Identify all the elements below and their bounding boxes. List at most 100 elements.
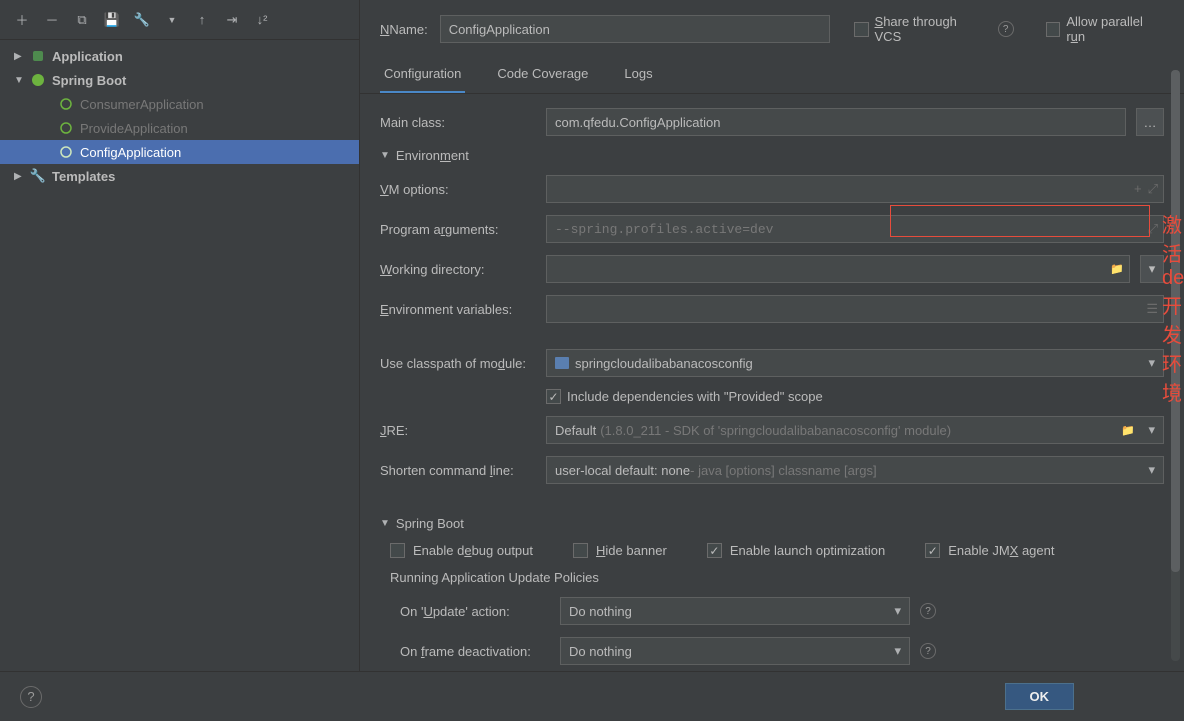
module-icon [555,357,569,369]
tab-coverage[interactable]: Code Coverage [493,56,592,93]
tree-item-templates[interactable]: ▶ 🔧 Templates [0,164,359,188]
springboot-icon [58,97,74,111]
program-args-input[interactable] [546,215,1164,243]
chevron-down-icon: ▼ [380,150,390,161]
tree-label: Application [52,49,123,64]
section-label: Spring Boot [396,516,464,531]
main-class-label: Main class: [380,115,536,130]
springboot-icon [30,73,46,87]
env-vars-label: Environment variables: [380,302,536,317]
config-tree: ▶ Application ▼ Spring Boot ConsumerAppl… [0,40,359,721]
tree-item-application[interactable]: ▶ Application [0,44,359,68]
classpath-value: springcloudalibabanacosconfig [575,356,753,371]
working-dir-label: Working directory: [380,262,536,277]
on-frame-dropdown[interactable]: Do nothing [560,637,910,665]
folder-icon[interactable]: 📁 [1121,424,1135,437]
update-policies-label: Running Application Update Policies [390,570,1164,585]
checkbox-icon[interactable] [390,543,405,558]
shorten-value: user-local default: none [555,463,690,478]
environment-section-header[interactable]: ▼ Environment [380,148,1164,163]
plus-icon[interactable]: + [1134,181,1142,197]
remove-icon[interactable]: － [44,12,60,28]
vm-options-input[interactable] [546,175,1164,203]
name-label: NName: [380,22,428,37]
shorten-dropdown[interactable]: user-local default: none - java [options… [546,456,1164,484]
checkbox-icon[interactable] [546,389,561,404]
application-icon [30,49,46,63]
jre-label: JRE: [380,423,536,438]
config-panel: NName: Share through VCS ? Allow paralle… [360,0,1184,721]
add-icon[interactable]: ＋ [14,12,30,28]
wrench-icon: 🔧 [30,168,46,184]
tree-item-springboot[interactable]: ▼ Spring Boot [0,68,359,92]
chevron-right-icon: ▶ [14,51,24,62]
left-sidebar: ＋ － ⧉ 💾 🔧 ▼ ↑ ⇥ ↓² ▶ Application ▼ [0,0,360,721]
copy-icon[interactable]: ⧉ [74,12,90,28]
sidebar-toolbar: ＋ － ⧉ 💾 🔧 ▼ ↑ ⇥ ↓² [0,0,359,40]
name-row: NName: Share through VCS ? Allow paralle… [360,0,1184,56]
tree-item-provide[interactable]: ProvideApplication [0,116,359,140]
checkbox-icon[interactable] [925,543,940,558]
scrollbar[interactable] [1171,70,1180,661]
tree-label: Templates [52,169,115,184]
vm-options-label: VM options: [380,182,536,197]
folder-icon[interactable]: 📁 [1110,263,1124,276]
help-icon[interactable]: ? [920,603,936,619]
dialog-footer: ? OK [0,671,1184,721]
checkbox-icon[interactable] [707,543,722,558]
scrollbar-thumb[interactable] [1171,70,1180,572]
expand-icon[interactable]: ⤢ [1148,181,1158,197]
tree-label: Spring Boot [52,73,126,88]
tree-item-consumer[interactable]: ConsumerApplication [0,92,359,116]
classpath-dropdown[interactable]: springcloudalibabanacosconfig [546,349,1164,377]
hide-banner-checkbox[interactable]: Hide banner [573,543,667,558]
jre-dropdown[interactable]: Default (1.8.0_211 - SDK of 'springcloud… [546,416,1164,444]
save-icon[interactable]: 💾 [104,12,120,28]
dropdown-button[interactable]: ▾ [1140,255,1164,283]
include-provided-label: Include dependencies with "Provided" sco… [567,389,823,404]
springboot-section-header[interactable]: ▼ Spring Boot [380,516,1164,531]
help-icon[interactable]: ? [998,21,1014,37]
tree-item-config[interactable]: ConfigApplication [0,140,359,164]
name-input[interactable] [440,15,830,43]
browse-button[interactable]: … [1136,108,1164,136]
share-vcs-checkbox[interactable]: Share through VCS [854,14,986,44]
shorten-hint: - java [options] classname [args] [690,463,876,478]
share-vcs-label: Share through VCS [875,14,986,44]
dropdown-icon[interactable]: ▼ [164,12,180,28]
parallel-run-checkbox[interactable]: Allow parallel run [1046,14,1165,44]
list-icon[interactable]: ☰ [1146,301,1158,317]
classpath-label: Use classpath of module: [380,356,536,371]
enable-debug-checkbox[interactable]: Enable debug output [390,543,533,558]
tree-label: ProvideApplication [80,121,188,136]
env-vars-input[interactable] [546,295,1164,323]
checkbox-icon[interactable] [1046,22,1061,37]
wrench-icon[interactable]: 🔧 [134,12,150,28]
on-frame-label: On frame deactivation: [400,644,550,659]
tab-configuration[interactable]: Configuration [380,56,465,93]
on-update-label: On 'Update' action: [400,604,550,619]
chevron-right-icon: ▶ [14,171,24,182]
working-dir-input[interactable] [546,255,1130,283]
help-icon[interactable]: ? [920,643,936,659]
tree-label: ConfigApplication [80,145,181,160]
parallel-run-label: Allow parallel run [1066,14,1164,44]
on-update-dropdown[interactable]: Do nothing [560,597,910,625]
tree-label: ConsumerApplication [80,97,204,112]
ok-button[interactable]: OK [1005,683,1075,710]
sort-icon[interactable]: ↓² [254,12,270,28]
enable-launch-label: Enable launch optimization [730,543,885,558]
move-icon[interactable]: ⇥ [224,12,240,28]
form-area: Main class: … ▼ Environment VM options: … [360,94,1184,721]
include-provided-checkbox[interactable]: Include dependencies with "Provided" sco… [546,389,823,404]
enable-launch-checkbox[interactable]: Enable launch optimization [707,543,885,558]
section-label: Environment [396,148,469,163]
expand-icon[interactable]: ⤢ [1148,221,1158,237]
up-arrow-icon[interactable]: ↑ [194,12,210,28]
help-button[interactable]: ? [20,686,42,708]
checkbox-icon[interactable] [854,22,869,37]
checkbox-icon[interactable] [573,543,588,558]
tab-logs[interactable]: Logs [620,56,656,93]
main-class-input[interactable] [546,108,1126,136]
enable-jmx-checkbox[interactable]: Enable JMX agent [925,543,1054,558]
